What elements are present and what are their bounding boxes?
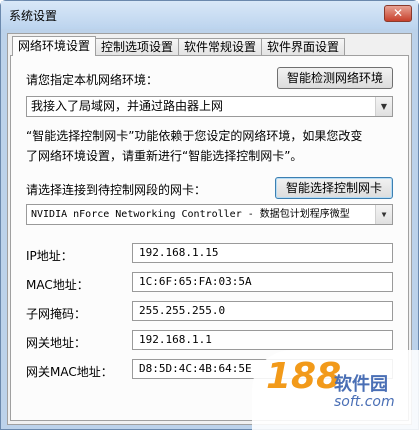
environment-prompt: 请您指定本机网络环境： [26,73,159,87]
tab-strip: 网络环境设置 控制选项设置 软件常规设置 软件界面设置 [12,36,346,56]
nic-prompt: 请选择连接到待控制网段的网卡： [26,183,207,197]
mac-field[interactable]: 1C:6F:65:FA:03:5A [132,272,393,292]
nic-note-line1: “智能选择控制网卡”功能依赖于您设定的网络环境，如果您改变 [26,129,363,143]
chevron-down-icon[interactable]: ▼ [375,205,392,224]
ip-label: IP地址： [26,249,73,263]
watermark-number: 188 [266,356,342,397]
nic-select-value: NVIDIA nForce Networking Controller - 数据… [31,209,350,220]
gateway-label: 网关地址： [26,336,87,350]
gateway-mac-label: 网关MAC地址： [26,365,113,379]
ip-field[interactable]: 192.168.1.15 [132,243,393,263]
nic-select[interactable]: NVIDIA nForce Networking Controller - 数据… [26,204,393,225]
environment-select[interactable]: 我接入了局域网，并通过路由器上网 ▼ [26,96,393,117]
subnet-mask-field[interactable]: 255.255.255.0 [132,301,393,321]
tab-network-settings[interactable]: 网络环境设置 [12,36,97,56]
window-title: 系统设置 [9,9,58,23]
environment-select-value: 我接入了局域网，并通过路由器上网 [31,99,224,113]
tab-interface-settings[interactable]: 软件界面设置 [261,38,346,56]
subnet-mask-label: 子网掩码： [26,307,87,321]
close-button[interactable]: ✕ [384,5,412,22]
chevron-down-icon[interactable]: ▼ [375,97,392,116]
detect-environment-button[interactable]: 智能检测网络环境 [277,67,393,89]
gateway-field[interactable]: 192.168.1.1 [132,330,393,350]
tab-control-options[interactable]: 控制选项设置 [95,38,180,56]
watermark-url: soft.com [334,394,395,410]
watermark-logo: 188 软件园 soft.com [252,350,419,430]
mac-label: MAC地址： [26,278,89,292]
nic-note-line2: 了网络环境设置，请重新进行“智能选择控制网卡”。 [26,149,303,163]
smart-select-nic-button[interactable]: 智能选择控制网卡 [275,177,393,199]
tab-general-settings[interactable]: 软件常规设置 [178,38,263,56]
watermark-name: 软件园 [334,374,388,395]
title-bar[interactable]: 系统设置 ✕ [1,1,418,29]
